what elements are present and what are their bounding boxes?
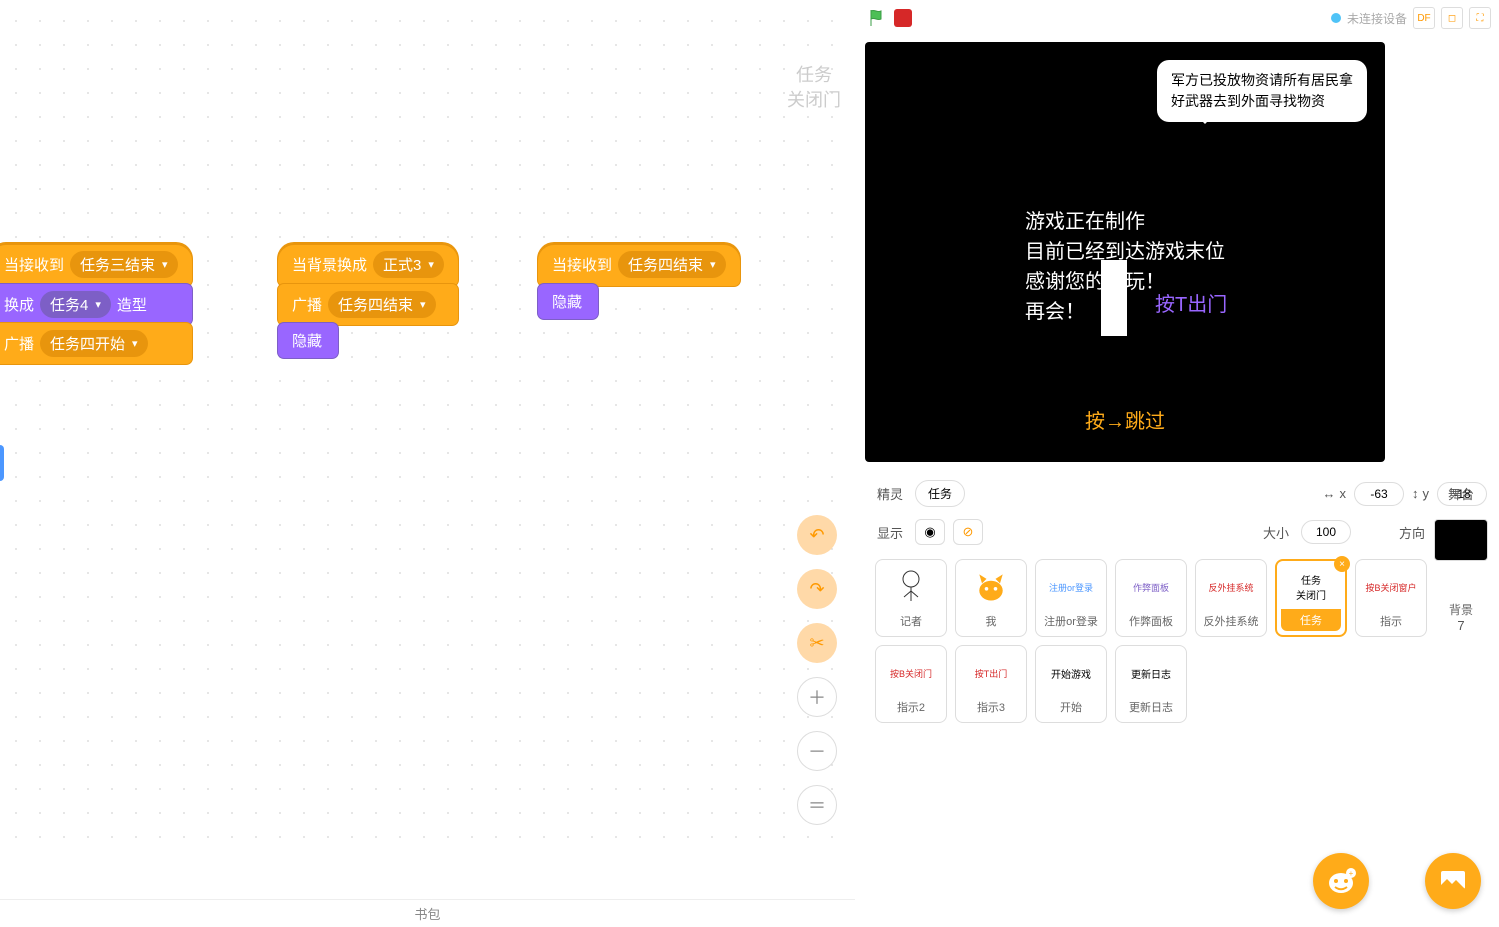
sprite-item-作弊面板[interactable]: 作弊面板作弊面板: [1115, 559, 1187, 637]
block-stack-3[interactable]: 当接收到任务四结束 隐藏: [538, 243, 740, 319]
backdrop-label: 背景: [1431, 601, 1491, 618]
sprite-watermark: 任务关闭门: [787, 63, 841, 113]
connection-status: 未连接设备: [1347, 10, 1407, 27]
sprite-item-指示2[interactable]: 按B关闭门指示2: [875, 645, 947, 723]
add-backdrop-button[interactable]: [1425, 853, 1481, 909]
block-broadcast[interactable]: 广播任务四开始: [0, 323, 192, 364]
stage-tdoor: 按T出门: [1155, 288, 1227, 317]
hat-when-backdrop[interactable]: 当背景换成正式3: [278, 243, 458, 286]
block-stack-2[interactable]: 当背景换成正式3 广播任务四结束 隐藏: [278, 243, 458, 358]
sprite-name-input[interactable]: 任务: [915, 480, 965, 507]
df-button[interactable]: DF: [1413, 7, 1435, 29]
speech-bubble: 军方已投放物资请所有居民拿好武器去到外面寻找物资: [1157, 60, 1367, 122]
layout-small-button[interactable]: ◻: [1441, 7, 1463, 29]
hat-when-receive[interactable]: 当接收到任务三结束: [0, 243, 192, 286]
svg-text:+: +: [1349, 869, 1354, 878]
sprite-item-记者[interactable]: 记者: [875, 559, 947, 637]
delete-sprite-icon[interactable]: ×: [1334, 556, 1350, 572]
hide-button[interactable]: ⊘: [953, 519, 983, 545]
sprite-list: 记者我注册or登录注册or登录作弊面板作弊面板反外挂系统反外挂系统任务 关闭门任…: [865, 551, 1499, 731]
connection-dot-icon: [1331, 13, 1341, 23]
block-hide-2[interactable]: 隐藏: [538, 284, 598, 319]
sprite-name-label: 精灵: [877, 484, 907, 503]
sprite-item-开始[interactable]: 开始游戏开始: [1035, 645, 1107, 723]
zoom-in-button[interactable]: ＋: [797, 677, 837, 717]
stop-icon[interactable]: [894, 9, 912, 27]
stage-white-box: [1101, 260, 1127, 336]
backpack-bar[interactable]: 书包: [0, 899, 855, 927]
sprite-item-指示3[interactable]: 按T出门指示3: [955, 645, 1027, 723]
show-button[interactable]: ◉: [915, 519, 945, 545]
sprite-item-任务[interactable]: 任务 关闭门任务×: [1275, 559, 1347, 637]
crop-button[interactable]: ✂: [797, 623, 837, 663]
block-stack-1[interactable]: 当接收到任务三结束 换成任务4造型 广播任务四开始: [0, 243, 192, 364]
block-broadcast-2[interactable]: 广播任务四结束: [278, 284, 458, 325]
category-tab[interactable]: [0, 445, 4, 481]
redo-button[interactable]: ↷: [797, 569, 837, 609]
stage-topbar: 未连接设备 DF ◻ ⛶: [860, 0, 1499, 36]
direction-label: 方向: [1399, 523, 1429, 542]
zoom-reset-button[interactable]: ＝: [797, 785, 837, 825]
sprite-item-我[interactable]: 我: [955, 559, 1027, 637]
stage-preview[interactable]: 军方已投放物资请所有居民拿好武器去到外面寻找物资 游戏正在制作目前已经到达游戏末…: [865, 42, 1385, 462]
block-hide[interactable]: 隐藏: [278, 323, 338, 358]
undo-button[interactable]: ↶: [797, 515, 837, 555]
sprite-item-更新日志[interactable]: 更新日志更新日志: [1115, 645, 1187, 723]
block-switch-costume[interactable]: 换成任务4造型: [0, 284, 192, 325]
sprite-item-注册or登录[interactable]: 注册or登录注册or登录: [1035, 559, 1107, 637]
sprite-item-反外挂系统[interactable]: 反外挂系统反外挂系统: [1195, 559, 1267, 637]
x-input[interactable]: -63: [1354, 482, 1404, 506]
stage-title: 舞台: [1431, 474, 1491, 513]
backdrop-count: 7: [1431, 618, 1491, 633]
green-flag-icon[interactable]: [868, 8, 888, 28]
stage-skip: 按→跳过: [1085, 405, 1165, 434]
show-label: 显示: [877, 523, 907, 542]
stage-thumbnail[interactable]: [1434, 519, 1488, 561]
size-label: 大小: [1263, 523, 1293, 542]
hat-when-receive-2[interactable]: 当接收到任务四结束: [538, 243, 740, 286]
size-input[interactable]: 100: [1301, 520, 1351, 544]
sprite-item-指示[interactable]: 按B关闭窗户指示: [1355, 559, 1427, 637]
blocks-workspace[interactable]: 任务关闭门 当接收到任务三结束 换成任务4造型 广播任务四开始 当背景换成正式3…: [0, 5, 855, 860]
zoom-out-button[interactable]: －: [797, 731, 837, 771]
add-sprite-button[interactable]: +: [1313, 853, 1369, 909]
layout-full-button[interactable]: ⛶: [1469, 7, 1491, 29]
sprite-panel: 精灵 任务 ↔ x -63 ↕ y -18 显示 ◉ ⊘ 大小 100 方向 9…: [865, 474, 1499, 927]
stage-column: 舞台 背景 7: [1431, 474, 1491, 633]
